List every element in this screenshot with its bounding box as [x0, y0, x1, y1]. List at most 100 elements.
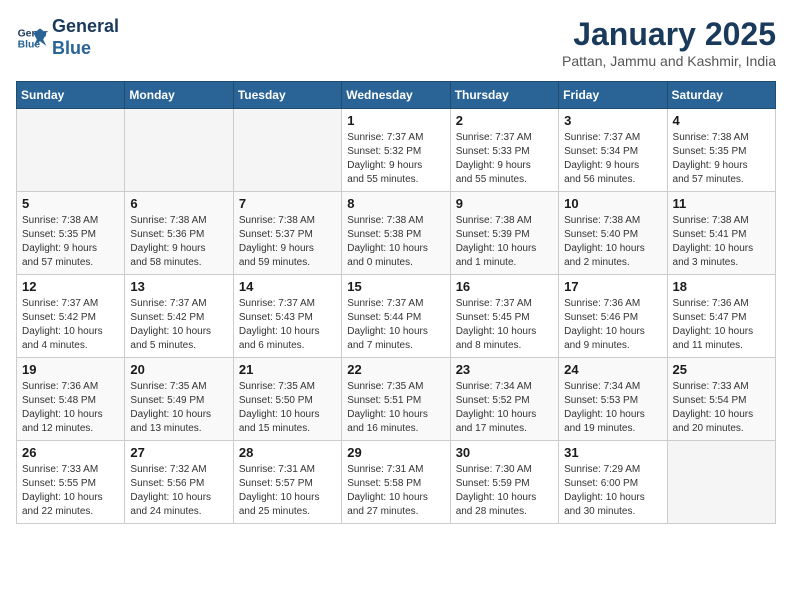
- day-number: 31: [564, 445, 661, 460]
- day-info: Sunrise: 7:31 AM Sunset: 5:57 PM Dayligh…: [239, 463, 336, 519]
- day-number: 23: [456, 362, 553, 377]
- calendar-cell: 17 Sunrise: 7:36 AM Sunset: 5:46 PM Dayli…: [559, 275, 667, 358]
- weekday-header-friday: Friday: [559, 82, 667, 109]
- day-info: Sunrise: 7:37 AM Sunset: 5:33 PM Dayligh…: [456, 131, 553, 187]
- day-info: Sunrise: 7:36 AM Sunset: 5:47 PM Dayligh…: [673, 297, 770, 353]
- calendar-cell: 18 Sunrise: 7:36 AM Sunset: 5:47 PM Dayli…: [667, 275, 775, 358]
- logo-text: General Blue: [52, 16, 119, 59]
- month-title: January 2025: [562, 16, 776, 53]
- calendar-cell: 20 Sunrise: 7:35 AM Sunset: 5:49 PM Dayli…: [125, 358, 233, 441]
- day-info: Sunrise: 7:35 AM Sunset: 5:51 PM Dayligh…: [347, 380, 444, 436]
- day-info: Sunrise: 7:33 AM Sunset: 5:55 PM Dayligh…: [22, 463, 119, 519]
- calendar-cell: 9Sunrise: 7:38 AM Sunset: 5:39 PM Daylig…: [450, 192, 558, 275]
- location: Pattan, Jammu and Kashmir, India: [562, 53, 776, 69]
- calendar-week-2: 12 Sunrise: 7:37 AM Sunset: 5:42 PM Dayli…: [17, 275, 776, 358]
- calendar-cell: 29 Sunrise: 7:31 AM Sunset: 5:58 PM Dayli…: [342, 441, 450, 524]
- calendar-cell: 28 Sunrise: 7:31 AM Sunset: 5:57 PM Dayli…: [233, 441, 341, 524]
- day-info: Sunrise: 7:38 AM Sunset: 5:36 PM Dayligh…: [130, 214, 227, 270]
- calendar-cell: [233, 109, 341, 192]
- calendar-cell: 7Sunrise: 7:38 AM Sunset: 5:37 PM Daylig…: [233, 192, 341, 275]
- calendar-cell: [125, 109, 233, 192]
- day-number: 11: [673, 196, 770, 211]
- day-info: Sunrise: 7:38 AM Sunset: 5:40 PM Dayligh…: [564, 214, 661, 270]
- calendar-cell: 21 Sunrise: 7:35 AM Sunset: 5:50 PM Dayli…: [233, 358, 341, 441]
- calendar-cell: [17, 109, 125, 192]
- day-info: Sunrise: 7:35 AM Sunset: 5:50 PM Dayligh…: [239, 380, 336, 436]
- day-number: 12: [22, 279, 119, 294]
- day-info: Sunrise: 7:37 AM Sunset: 5:43 PM Dayligh…: [239, 297, 336, 353]
- day-number: 2: [456, 113, 553, 128]
- calendar-body: 1 Sunrise: 7:37 AM Sunset: 5:32 PM Daylig…: [17, 109, 776, 524]
- day-info: Sunrise: 7:34 AM Sunset: 5:53 PM Dayligh…: [564, 380, 661, 436]
- day-number: 13: [130, 279, 227, 294]
- calendar-cell: 19Sunrise: 7:36 AM Sunset: 5:48 PM Dayli…: [17, 358, 125, 441]
- day-number: 10: [564, 196, 661, 211]
- day-number: 8: [347, 196, 444, 211]
- calendar-cell: 26Sunrise: 7:33 AM Sunset: 5:55 PM Dayli…: [17, 441, 125, 524]
- day-number: 21: [239, 362, 336, 377]
- day-info: Sunrise: 7:37 AM Sunset: 5:34 PM Dayligh…: [564, 131, 661, 187]
- weekday-header-thursday: Thursday: [450, 82, 558, 109]
- weekday-header-tuesday: Tuesday: [233, 82, 341, 109]
- day-info: Sunrise: 7:36 AM Sunset: 5:48 PM Dayligh…: [22, 380, 119, 436]
- calendar-table: SundayMondayTuesdayWednesdayThursdayFrid…: [16, 81, 776, 524]
- calendar-cell: 1 Sunrise: 7:37 AM Sunset: 5:32 PM Daylig…: [342, 109, 450, 192]
- day-number: 6: [130, 196, 227, 211]
- calendar-cell: 2 Sunrise: 7:37 AM Sunset: 5:33 PM Daylig…: [450, 109, 558, 192]
- day-number: 30: [456, 445, 553, 460]
- day-info: Sunrise: 7:37 AM Sunset: 5:42 PM Dayligh…: [130, 297, 227, 353]
- weekday-header-saturday: Saturday: [667, 82, 775, 109]
- calendar-cell: 10 Sunrise: 7:38 AM Sunset: 5:40 PM Dayli…: [559, 192, 667, 275]
- day-info: Sunrise: 7:37 AM Sunset: 5:32 PM Dayligh…: [347, 131, 444, 187]
- calendar-cell: 8 Sunrise: 7:38 AM Sunset: 5:38 PM Daylig…: [342, 192, 450, 275]
- calendar-cell: 24 Sunrise: 7:34 AM Sunset: 5:53 PM Dayli…: [559, 358, 667, 441]
- calendar-cell: [667, 441, 775, 524]
- day-info: Sunrise: 7:37 AM Sunset: 5:44 PM Dayligh…: [347, 297, 444, 353]
- logo-icon: General Blue: [16, 22, 48, 54]
- day-info: Sunrise: 7:37 AM Sunset: 5:45 PM Dayligh…: [456, 297, 553, 353]
- calendar-week-4: 26Sunrise: 7:33 AM Sunset: 5:55 PM Dayli…: [17, 441, 776, 524]
- day-info: Sunrise: 7:31 AM Sunset: 5:58 PM Dayligh…: [347, 463, 444, 519]
- day-number: 27: [130, 445, 227, 460]
- title-block: January 2025 Pattan, Jammu and Kashmir, …: [562, 16, 776, 69]
- day-number: 24: [564, 362, 661, 377]
- calendar-cell: 14 Sunrise: 7:37 AM Sunset: 5:43 PM Dayli…: [233, 275, 341, 358]
- calendar-cell: 31 Sunrise: 7:29 AM Sunset: 6:00 PM Dayli…: [559, 441, 667, 524]
- calendar-cell: 13 Sunrise: 7:37 AM Sunset: 5:42 PM Dayli…: [125, 275, 233, 358]
- day-info: Sunrise: 7:29 AM Sunset: 6:00 PM Dayligh…: [564, 463, 661, 519]
- day-info: Sunrise: 7:32 AM Sunset: 5:56 PM Dayligh…: [130, 463, 227, 519]
- calendar-cell: 30Sunrise: 7:30 AM Sunset: 5:59 PM Dayli…: [450, 441, 558, 524]
- weekday-header-monday: Monday: [125, 82, 233, 109]
- day-number: 1: [347, 113, 444, 128]
- calendar-cell: 15Sunrise: 7:37 AM Sunset: 5:44 PM Dayli…: [342, 275, 450, 358]
- day-info: Sunrise: 7:33 AM Sunset: 5:54 PM Dayligh…: [673, 380, 770, 436]
- weekday-header-sunday: Sunday: [17, 82, 125, 109]
- calendar-cell: 3 Sunrise: 7:37 AM Sunset: 5:34 PM Daylig…: [559, 109, 667, 192]
- calendar-week-0: 1 Sunrise: 7:37 AM Sunset: 5:32 PM Daylig…: [17, 109, 776, 192]
- page-header: General Blue General Blue January 2025 P…: [16, 16, 776, 69]
- day-number: 4: [673, 113, 770, 128]
- logo: General Blue General Blue: [16, 16, 119, 59]
- calendar-cell: 12Sunrise: 7:37 AM Sunset: 5:42 PM Dayli…: [17, 275, 125, 358]
- day-number: 18: [673, 279, 770, 294]
- day-number: 29: [347, 445, 444, 460]
- weekday-header-row: SundayMondayTuesdayWednesdayThursdayFrid…: [17, 82, 776, 109]
- day-number: 28: [239, 445, 336, 460]
- calendar-week-3: 19Sunrise: 7:36 AM Sunset: 5:48 PM Dayli…: [17, 358, 776, 441]
- day-number: 17: [564, 279, 661, 294]
- weekday-header-wednesday: Wednesday: [342, 82, 450, 109]
- day-info: Sunrise: 7:36 AM Sunset: 5:46 PM Dayligh…: [564, 297, 661, 353]
- calendar-cell: 23Sunrise: 7:34 AM Sunset: 5:52 PM Dayli…: [450, 358, 558, 441]
- day-number: 7: [239, 196, 336, 211]
- calendar-cell: 5Sunrise: 7:38 AM Sunset: 5:35 PM Daylig…: [17, 192, 125, 275]
- day-info: Sunrise: 7:35 AM Sunset: 5:49 PM Dayligh…: [130, 380, 227, 436]
- day-info: Sunrise: 7:38 AM Sunset: 5:38 PM Dayligh…: [347, 214, 444, 270]
- day-number: 20: [130, 362, 227, 377]
- day-number: 5: [22, 196, 119, 211]
- calendar-cell: 22Sunrise: 7:35 AM Sunset: 5:51 PM Dayli…: [342, 358, 450, 441]
- day-info: Sunrise: 7:38 AM Sunset: 5:35 PM Dayligh…: [673, 131, 770, 187]
- day-number: 3: [564, 113, 661, 128]
- day-number: 9: [456, 196, 553, 211]
- day-number: 14: [239, 279, 336, 294]
- day-info: Sunrise: 7:38 AM Sunset: 5:41 PM Dayligh…: [673, 214, 770, 270]
